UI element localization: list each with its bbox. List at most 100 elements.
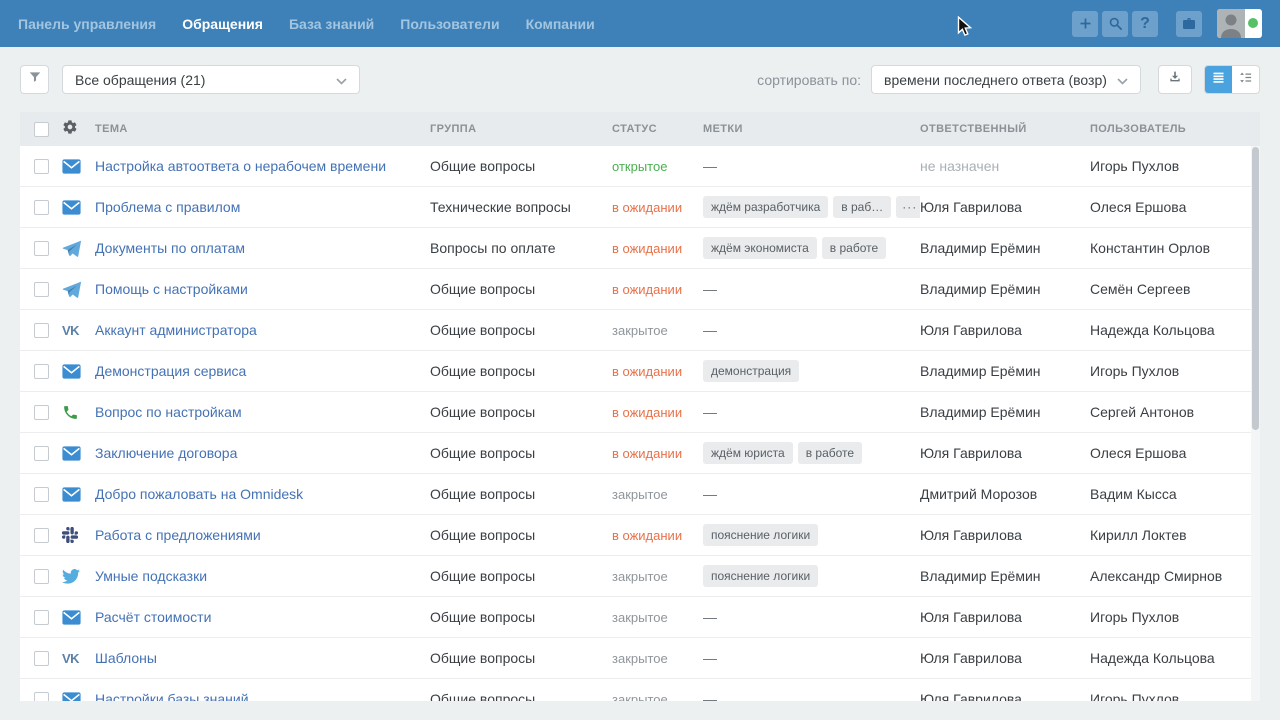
- row-checkbox[interactable]: [34, 487, 49, 502]
- row-checkbox[interactable]: [34, 323, 49, 338]
- ticket-subject-link[interactable]: Добро пожаловать на Omnidesk: [95, 486, 430, 502]
- row-checkbox[interactable]: [34, 200, 49, 215]
- ticket-assignee: не назначен: [920, 158, 1090, 174]
- ticket-user: Надежда Кольцова: [1090, 322, 1246, 338]
- cases-button[interactable]: [1176, 11, 1202, 37]
- tag-pill[interactable]: пояснение логики: [703, 565, 818, 587]
- columns-settings-button[interactable]: [62, 119, 95, 140]
- tag-pill[interactable]: ждём экономиста: [703, 237, 817, 259]
- ticket-user: Кирилл Локтев: [1090, 527, 1246, 543]
- filter-button[interactable]: [20, 65, 49, 94]
- row-checkbox[interactable]: [34, 610, 49, 625]
- ticket-assignee: Владимир Ерёмин: [920, 568, 1090, 584]
- user-avatar[interactable]: [1217, 9, 1262, 38]
- column-header-status[interactable]: СТАТУС: [612, 123, 703, 135]
- email-channel-icon: [62, 364, 95, 379]
- list-view-icon: [1211, 70, 1226, 90]
- table-row: Документы по оплатамВопросы по оплатев о…: [20, 228, 1260, 269]
- ticket-assignee: Владимир Ерёмин: [920, 240, 1090, 256]
- ticket-group: Общие вопросы: [430, 568, 612, 584]
- avatar-photo: [1217, 9, 1245, 38]
- ticket-tags: —: [703, 650, 920, 666]
- column-header-labels[interactable]: МЕТКИ: [703, 123, 920, 135]
- table-row: VKАккаунт администратораОбщие вопросызак…: [20, 310, 1260, 351]
- row-checkbox[interactable]: [34, 241, 49, 256]
- ticket-user: Сергей Антонов: [1090, 404, 1246, 420]
- tag-pill[interactable]: в работе: [822, 237, 886, 259]
- ticket-group: Общие вопросы: [430, 281, 612, 297]
- nav-item[interactable]: Пользователи: [400, 16, 499, 32]
- ticket-status: в ожидании: [612, 364, 703, 379]
- row-checkbox[interactable]: [34, 405, 49, 420]
- ticket-subject-link[interactable]: Умные подсказки: [95, 568, 430, 584]
- ticket-assignee: Юля Гаврилова: [920, 650, 1090, 666]
- ticket-subject-link[interactable]: Работа с предложениями: [95, 527, 430, 543]
- search-button[interactable]: [1102, 11, 1128, 37]
- ticket-subject-link[interactable]: Настройка автоответа о нерабочем времени: [95, 158, 430, 174]
- ticket-status: в ожидании: [612, 282, 703, 297]
- no-tags-dash: —: [703, 404, 717, 420]
- row-checkbox[interactable]: [34, 692, 49, 702]
- tag-pill[interactable]: в работе: [798, 442, 862, 464]
- tag-pill[interactable]: ждём разработчика: [703, 196, 828, 218]
- column-header-group[interactable]: ГРУППА: [430, 123, 612, 135]
- nav-item[interactable]: Компании: [526, 16, 595, 32]
- column-header-assignee[interactable]: ОТВЕТСТВЕННЫЙ: [920, 123, 1090, 135]
- add-button[interactable]: [1072, 11, 1098, 37]
- nav-item[interactable]: База знаний: [289, 16, 374, 32]
- sort-dropdown[interactable]: времени последнего ответа (возр): [871, 65, 1141, 94]
- ticket-status: в ожидании: [612, 446, 703, 461]
- ticket-tags: —: [703, 486, 920, 502]
- nav-item[interactable]: Панель управления: [18, 16, 156, 32]
- column-header-user[interactable]: ПОЛЬЗОВАТЕЛЬ: [1090, 123, 1246, 135]
- ticket-subject-link[interactable]: Настройки базы знаний: [95, 691, 430, 701]
- table-scrollbar[interactable]: [1251, 146, 1260, 701]
- table-row: Настройка автоответа о нерабочем времени…: [20, 146, 1260, 187]
- ticket-status: закрытое: [612, 692, 703, 702]
- ticket-subject-link[interactable]: Помощь с настройками: [95, 281, 430, 297]
- ticket-group: Общие вопросы: [430, 486, 612, 502]
- ticket-filter-dropdown[interactable]: Все обращения (21): [62, 65, 360, 94]
- row-checkbox[interactable]: [34, 159, 49, 174]
- list-view-button[interactable]: [1205, 66, 1232, 93]
- ticket-subject-link[interactable]: Демонстрация сервиса: [95, 363, 430, 379]
- tags-more-button[interactable]: ···: [896, 196, 920, 218]
- export-button[interactable]: [1158, 65, 1192, 94]
- row-checkbox[interactable]: [34, 569, 49, 584]
- ticket-user: Надежда Кольцова: [1090, 650, 1246, 666]
- row-checkbox[interactable]: [34, 528, 49, 543]
- navbar-actions: ?: [1068, 9, 1262, 38]
- ticket-group: Общие вопросы: [430, 650, 612, 666]
- email-channel-icon: [62, 487, 95, 502]
- tag-pill[interactable]: в раб…: [833, 196, 891, 218]
- scrollbar-thumb[interactable]: [1252, 147, 1259, 430]
- row-checkbox[interactable]: [34, 364, 49, 379]
- row-checkbox[interactable]: [34, 651, 49, 666]
- ticket-subject-link[interactable]: Вопрос по настройкам: [95, 404, 430, 420]
- help-button[interactable]: ?: [1132, 11, 1158, 37]
- nav-item[interactable]: Обращения: [182, 16, 263, 32]
- tag-pill[interactable]: пояснение логики: [703, 524, 818, 546]
- ticket-status: закрытое: [612, 651, 703, 666]
- tag-pill[interactable]: ждём юриста: [703, 442, 793, 464]
- ticket-status: в ожидании: [612, 200, 703, 215]
- ticket-subject-link[interactable]: Заключение договора: [95, 445, 430, 461]
- row-checkbox[interactable]: [34, 446, 49, 461]
- compact-view-button[interactable]: [1232, 66, 1259, 93]
- ticket-status: в ожидании: [612, 405, 703, 420]
- ticket-subject-link[interactable]: Расчёт стоимости: [95, 609, 430, 625]
- ticket-subject-link[interactable]: Документы по оплатам: [95, 240, 430, 256]
- ticket-assignee: Владимир Ерёмин: [920, 281, 1090, 297]
- row-checkbox[interactable]: [34, 282, 49, 297]
- select-all-checkbox[interactable]: [34, 122, 49, 137]
- ticket-subject-link[interactable]: Проблема с правилом: [95, 199, 430, 215]
- ticket-status: закрытое: [612, 487, 703, 502]
- ticket-group: Общие вопросы: [430, 363, 612, 379]
- tag-pill[interactable]: демонстрация: [703, 360, 799, 382]
- ticket-subject-link[interactable]: Аккаунт администратора: [95, 322, 430, 338]
- table-row: Расчёт стоимостиОбщие вопросызакрытое—Юл…: [20, 597, 1260, 638]
- column-header-subject[interactable]: ТЕМА: [95, 123, 430, 135]
- ticket-status: в ожидании: [612, 528, 703, 543]
- ticket-subject-link[interactable]: Шаблоны: [95, 650, 430, 666]
- ticket-group: Общие вопросы: [430, 322, 612, 338]
